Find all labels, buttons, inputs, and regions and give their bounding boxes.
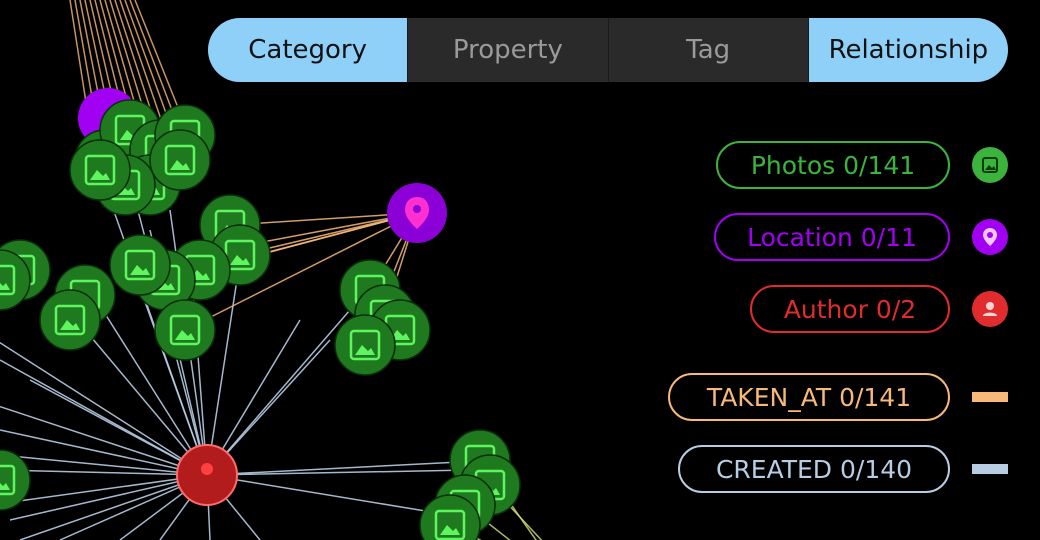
author-filter-pill[interactable]: Author 0/2	[750, 285, 950, 333]
taken-at-filter-pill[interactable]: TAKEN_AT 0/141	[668, 373, 950, 421]
legend-created: CREATED 0/140	[678, 445, 1008, 493]
photo-node[interactable]	[109, 234, 171, 296]
tab-tag[interactable]: Tag	[608, 18, 809, 82]
map-pin-icon	[972, 219, 1008, 255]
legend-author: Author 0/2	[750, 285, 1008, 333]
photo-node[interactable]	[154, 299, 216, 361]
location-filter-pill[interactable]: Location 0/11	[714, 213, 950, 261]
photo-node[interactable]	[149, 129, 211, 191]
tab-relationship[interactable]: Relationship	[808, 18, 1008, 82]
legend-taken-at: TAKEN_AT 0/141	[668, 373, 1008, 421]
photos-filter-pill[interactable]: Photos 0/141	[716, 141, 950, 189]
photo-node[interactable]	[0, 449, 31, 511]
photo-node[interactable]	[334, 314, 396, 376]
legend-photos: Photos 0/141	[716, 141, 1008, 189]
view-mode-tabs: Category Property Tag Relationship	[208, 18, 1008, 82]
legend-location: Location 0/11	[714, 213, 1008, 261]
tab-property[interactable]: Property	[408, 18, 609, 82]
taken-at-line-swatch	[972, 392, 1008, 402]
photo-node[interactable]	[69, 139, 131, 201]
tab-category[interactable]: Category	[208, 18, 409, 82]
person-icon	[972, 291, 1008, 327]
created-filter-pill[interactable]: CREATED 0/140	[678, 445, 950, 493]
image-icon	[972, 147, 1008, 183]
created-line-swatch	[972, 464, 1008, 474]
photo-node[interactable]	[39, 289, 101, 351]
